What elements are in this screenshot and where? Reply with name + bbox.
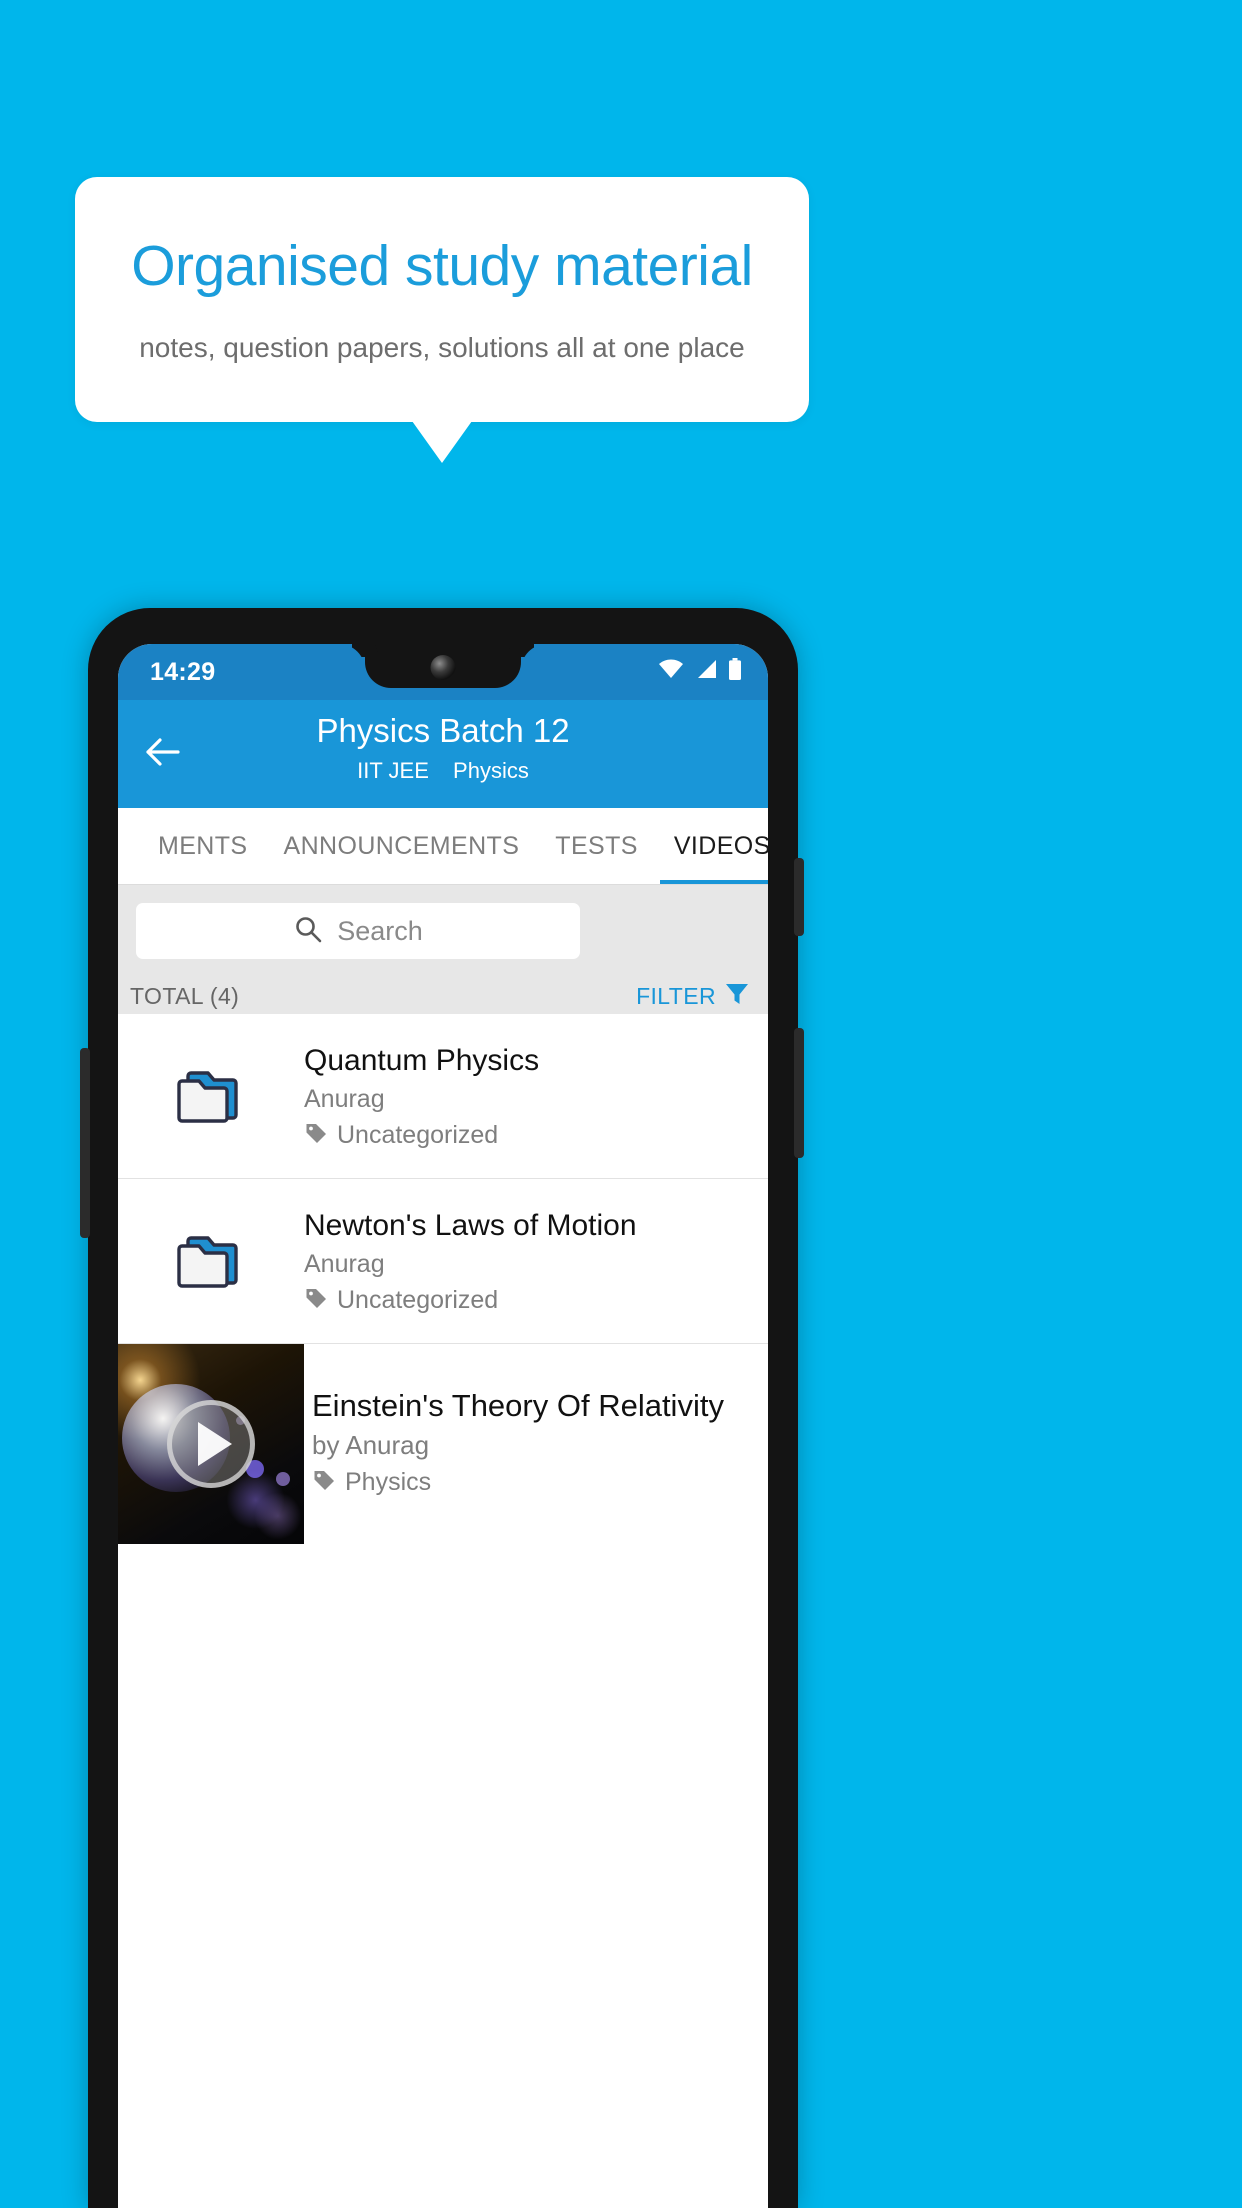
list-item-title: Einstein's Theory Of Relativity	[312, 1388, 724, 1423]
content-list[interactable]: Quantum Physics Anurag Uncategorized New…	[118, 1014, 768, 2208]
list-item-tag: Uncategorized	[337, 1285, 499, 1314]
status-time: 14:29	[150, 658, 216, 686]
promo-title: Organised study material	[131, 234, 753, 298]
tab-videos[interactable]: VIDEOS	[656, 808, 768, 884]
promo-callout-tail	[412, 421, 472, 463]
subject-label: Physics	[453, 758, 529, 783]
tab-tests[interactable]: TESTS	[537, 808, 656, 884]
list-item-author: by Anurag	[312, 1430, 430, 1460]
list-item-tag: Uncategorized	[337, 1120, 499, 1149]
list-item[interactable]: Newton's Laws of Motion Anurag Uncategor…	[118, 1179, 768, 1344]
promo-callout-card: Organised study material notes, question…	[75, 177, 809, 422]
phone-screen: 14:29 Physics Batch 12 IIT JEE Physics M…	[118, 644, 768, 2208]
promo-subtitle: notes, question papers, solutions all at…	[139, 332, 745, 363]
phone-mockup: 14:29 Physics Batch 12 IIT JEE Physics M…	[80, 608, 804, 2208]
tab-ments[interactable]: MENTS	[140, 808, 266, 884]
tag-icon	[304, 1121, 328, 1150]
search-zone: Search TOTAL (4) FILTER	[118, 884, 768, 1014]
phone-volume-button[interactable]	[794, 1028, 804, 1158]
list-item-text: Einstein's Theory Of Relativity by Anura…	[304, 1344, 768, 1497]
exam-label: IIT JEE	[357, 758, 429, 783]
video-thumbnail[interactable]	[118, 1344, 304, 1544]
status-icons	[658, 658, 742, 685]
filter-button[interactable]: FILTER	[636, 981, 750, 1012]
battery-icon	[728, 658, 742, 685]
filter-funnel-icon	[724, 981, 750, 1012]
list-item-title: Newton's Laws of Motion	[304, 1209, 637, 1243]
page-title: Physics Batch 12	[316, 712, 570, 749]
list-item-tagline: Uncategorized	[304, 1286, 756, 1315]
list-item-author: Anurag	[304, 1084, 385, 1113]
phone-power-button[interactable]	[794, 858, 804, 936]
search-icon	[293, 914, 323, 949]
front-camera-icon	[430, 655, 456, 680]
wifi-icon	[658, 659, 684, 684]
tab-bar: MENTS ANNOUNCEMENTS TESTS VIDEOS	[118, 808, 768, 884]
tab-announcements[interactable]: ANNOUNCEMENTS	[266, 808, 538, 884]
folder-icon	[118, 1230, 304, 1292]
search-input[interactable]: Search	[136, 903, 580, 959]
list-item-text: Quantum Physics Anurag Uncategorized	[304, 1042, 768, 1150]
play-triangle	[198, 1422, 232, 1466]
search-placeholder: Search	[337, 915, 423, 946]
list-item-author: Anurag	[304, 1249, 385, 1278]
thumbnail-lens-flare	[276, 1472, 290, 1486]
folder-icon	[118, 1065, 304, 1127]
list-item-text: Newton's Laws of Motion Anurag Uncategor…	[304, 1207, 768, 1315]
page-subtitle: IIT JEE Physics	[118, 758, 768, 784]
app-bar: Physics Batch 12 IIT JEE Physics	[118, 700, 768, 808]
list-item-tag: Physics	[345, 1468, 432, 1496]
phone-side-button-left[interactable]	[80, 1048, 90, 1238]
play-icon[interactable]	[167, 1400, 255, 1488]
tag-icon	[304, 1286, 328, 1315]
list-item-tagline: Physics	[312, 1468, 758, 1497]
tag-icon	[312, 1468, 336, 1497]
list-item[interactable]: Einstein's Theory Of Relativity by Anura…	[118, 1344, 768, 1544]
filter-label: FILTER	[636, 982, 716, 1009]
total-count-label: TOTAL (4)	[130, 982, 240, 1009]
list-item-tagline: Uncategorized	[304, 1121, 756, 1150]
list-item[interactable]: Quantum Physics Anurag Uncategorized	[118, 1014, 768, 1179]
signal-icon	[695, 659, 717, 684]
status-bar: 14:29	[118, 644, 768, 700]
phone-notch	[365, 644, 521, 688]
list-toolbar: TOTAL (4) FILTER	[118, 977, 768, 1015]
list-item-title: Quantum Physics	[304, 1044, 540, 1078]
